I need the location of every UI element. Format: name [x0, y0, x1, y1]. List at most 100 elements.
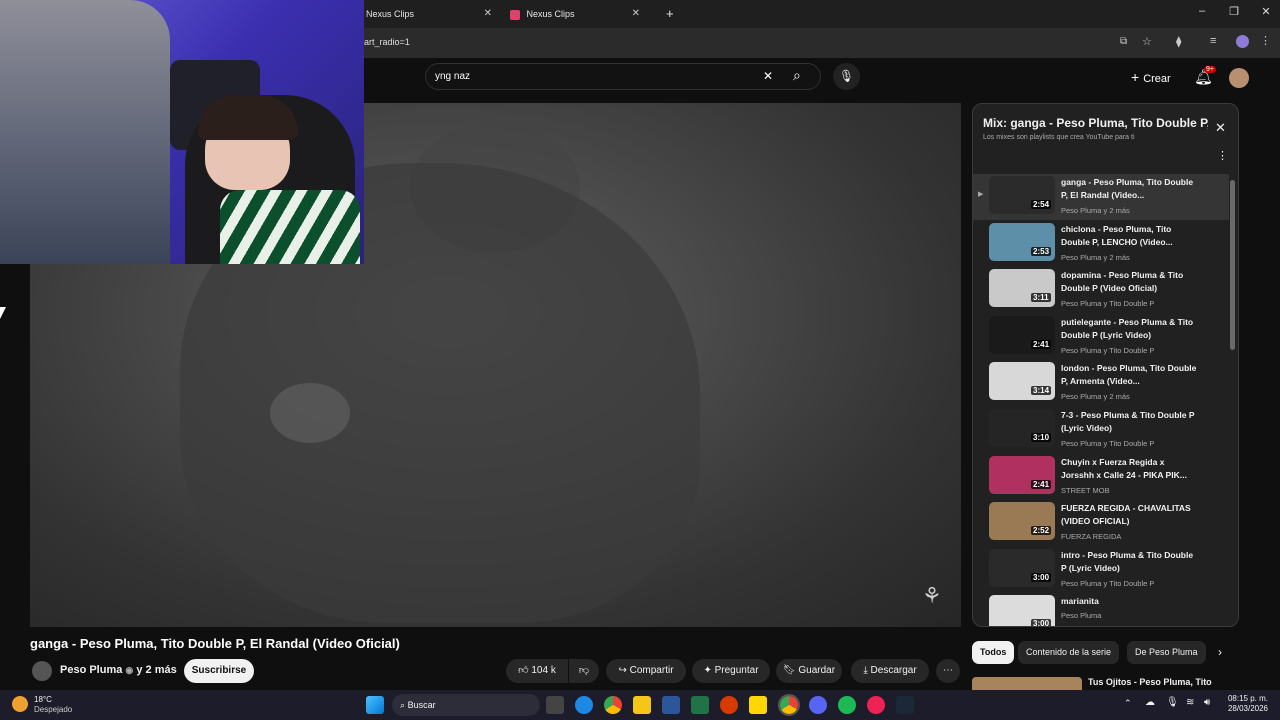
playlist-item-artist: Peso Pluma y Tito Double P — [1061, 439, 1155, 448]
clock-time[interactable]: 08:15 p. m. — [1222, 694, 1268, 703]
save-button[interactable]: 🔖︎ Guardar — [776, 659, 842, 683]
windows-taskbar: 18°C Despejado ⌕ Buscar ⌃ ☁ 🎙︎ ≋ 🔊︎ 08:1… — [0, 690, 1280, 720]
voice-search-mic-icon[interactable]: 🎙︎ — [833, 63, 860, 90]
channel-name[interactable]: Peso Pluma ◉ y 2 más — [60, 664, 177, 676]
tray-chevron-icon[interactable]: ⌃ — [1124, 698, 1132, 709]
playlist-item-duration: 2:54 — [1031, 200, 1052, 209]
address-bar[interactable]: art_radio=1 ⧉ ☆ ⧫ ≡ ⋮ — [364, 28, 1280, 58]
browser-menu-icon[interactable]: ⋮ — [1260, 34, 1271, 47]
playlist-item-artist: STREET MOB — [1061, 485, 1110, 495]
playlist-item[interactable]: 2:41 Chuyin x Fuerza Regida x Jorsshh x C… — [973, 454, 1229, 500]
task-view-icon[interactable] — [546, 696, 564, 714]
wifi-icon[interactable]: ≋ — [1186, 697, 1194, 708]
extensions-icon[interactable]: ⧫ — [1176, 35, 1181, 48]
sticky-notes-icon[interactable] — [749, 696, 767, 714]
search-box[interactable]: yng naz ✕ ⌕ — [425, 63, 821, 90]
search-icon[interactable]: ⌕ — [793, 67, 801, 84]
close-tab-icon[interactable]: ✕ — [632, 4, 640, 24]
playlist-item-duration: 3:11 — [1031, 293, 1051, 303]
volume-icon[interactable]: 🔊︎ — [1204, 697, 1210, 708]
close-playlist-icon[interactable]: ✕ — [1215, 120, 1226, 136]
discord-icon[interactable] — [809, 696, 827, 714]
close-window-icon[interactable]: ✕ — [1258, 5, 1274, 18]
search-input[interactable]: yng naz — [435, 71, 470, 82]
playlist-item[interactable]: 3:00 marianita Peso Pluma — [973, 593, 1229, 626]
close-tab-icon[interactable]: ✕ — [484, 4, 492, 24]
notifications-badge: 9+ — [1204, 66, 1216, 73]
playlist-item[interactable]: 2:52 FUERZA REGIDA - CHAVALITAS (VIDEO OF… — [973, 500, 1229, 546]
reading-list-icon[interactable]: ≡ — [1210, 35, 1216, 47]
dislike-button[interactable]: 👎︎ — [569, 659, 599, 683]
channel-more-text: y 2 más — [136, 664, 177, 676]
clear-search-icon[interactable]: ✕ — [763, 69, 773, 83]
chrome-icon[interactable] — [604, 696, 622, 714]
taskbar-search[interactable]: ⌕ Buscar — [392, 694, 540, 716]
ask-button[interactable]: ✦ Preguntar — [692, 659, 770, 683]
playlist-item-duration: 3:10 — [1031, 433, 1052, 442]
file-explorer-icon[interactable] — [633, 696, 651, 714]
tab-label: Nexus Clips — [526, 9, 575, 19]
next-video-item[interactable]: Tus Ojitos - Peso Pluma, Tito — [972, 677, 1232, 691]
microphone-icon[interactable]: 🎙︎ — [1166, 697, 1179, 708]
steam-icon[interactable] — [896, 696, 914, 714]
more-actions-button[interactable]: ⋯ — [936, 659, 960, 683]
edge-icon[interactable] — [575, 696, 593, 714]
excel-icon[interactable] — [691, 696, 709, 714]
spotify-icon[interactable] — [838, 696, 856, 714]
channel-avatar[interactable] — [32, 661, 52, 681]
playlist-item-duration: 2:52 — [1031, 526, 1052, 536]
profile-avatar-icon[interactable] — [1236, 35, 1249, 48]
thumbs-down-icon: 👎︎ — [578, 665, 590, 676]
browser-tab-1[interactable]: Nexus Clips ✕ — [364, 4, 504, 26]
chrome-active-icon[interactable] — [778, 694, 800, 716]
clock-date[interactable]: 28/03/2026 — [1222, 704, 1268, 713]
playlist-item[interactable]: 2:41 putielegante - Peso Pluma & Tito Dou… — [973, 314, 1229, 360]
download-icon: ⤓ — [863, 665, 868, 676]
next-video-title: Tus Ojitos - Peso Pluma, Tito — [1088, 677, 1212, 687]
playlist-scrollbar[interactable] — [1230, 180, 1235, 350]
chip-series[interactable]: Contenido de la serie — [1018, 641, 1120, 664]
share-button[interactable]: ↪ Compartir — [606, 659, 686, 683]
app-icon[interactable] — [720, 696, 738, 714]
next-video-thumbnail — [972, 677, 1082, 691]
mix-title: Mix: ganga - Peso Pluma, Tito Double P, … — [983, 116, 1208, 130]
playlist-item-title: marianita — [1061, 596, 1099, 607]
word-icon[interactable] — [662, 696, 680, 714]
playlist-item[interactable]: 3:11 dopamina - Peso Pluma & Tito Double … — [973, 267, 1229, 313]
new-tab-button[interactable]: + — [664, 4, 684, 26]
create-button[interactable]: + Crear — [1131, 69, 1171, 85]
playlist-menu-icon[interactable]: ⋮ — [1217, 149, 1228, 162]
playlist-item-title: Chuyin x Fuerza Regida x Jorsshh x Calle… — [1061, 456, 1187, 480]
like-button[interactable]: 👍︎ 104 k — [506, 659, 568, 683]
playlist-item[interactable]: ▶ 2:54 ganga - Peso Pluma, Tito Double P, … — [973, 174, 1229, 220]
playlist-item-title: 7-3 - Peso Pluma & Tito Double P (Lyric … — [1061, 410, 1195, 433]
app2-icon[interactable] — [867, 696, 885, 714]
maximize-icon[interactable]: ❐ — [1226, 5, 1242, 18]
chip-all[interactable]: Todos — [972, 641, 1015, 664]
thumbs-up-icon: 👍︎ — [518, 665, 529, 676]
url-text[interactable]: art_radio=1 — [364, 37, 410, 47]
network-icon[interactable]: ☁ — [1145, 697, 1155, 708]
playlist-item[interactable]: 3:00 intro - Peso Pluma & Tito Double P (… — [973, 547, 1229, 593]
cast-icon[interactable]: ⧉ — [1120, 36, 1127, 47]
chip-from-channel[interactable]: De Peso Pluma — [1127, 641, 1206, 664]
bookmark-star-icon[interactable]: ☆ — [1142, 35, 1152, 48]
now-playing-icon: ▶ — [978, 191, 984, 198]
watermark-logo-icon: ⚘ — [922, 583, 942, 608]
playlist-item[interactable]: 3:10 7-3 - Peso Pluma & Tito Double P (Ly… — [973, 407, 1229, 453]
taskbar-search-label: Buscar — [407, 700, 436, 710]
playlist-item-artist: Peso Pluma y Tito Double P — [1061, 299, 1155, 309]
tab-label: Nexus Clips — [366, 9, 415, 19]
playlist-item[interactable]: 2:53 chiclona - Peso Pluma, Tito Double P… — [973, 221, 1229, 267]
playlist-item-artist: FUERZA REGIDA — [1061, 532, 1122, 542]
windows-start-icon[interactable] — [366, 696, 384, 714]
minimize-icon[interactable]: – — [1194, 5, 1210, 17]
video-highlight — [270, 383, 350, 443]
chevron-right-icon[interactable]: › — [1218, 645, 1222, 659]
download-button[interactable]: ⤓ Descargar — [851, 659, 929, 683]
account-avatar[interactable] — [1229, 68, 1249, 88]
subscribe-button[interactable]: Suscribirse — [184, 659, 254, 683]
playlist-item[interactable]: 3:14 london - Peso Pluma, Tito Double P, … — [973, 360, 1229, 406]
browser-tab-2[interactable]: Nexus Clips ✕ — [508, 4, 648, 26]
like-count: 104 k — [531, 665, 556, 676]
